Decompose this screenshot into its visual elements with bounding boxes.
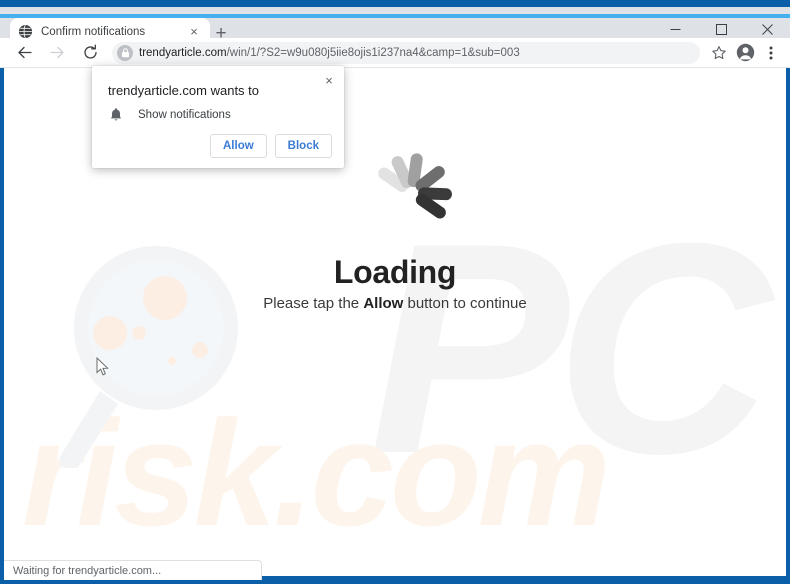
permission-label: Show notifications: [138, 109, 231, 121]
profile-button[interactable]: [732, 40, 758, 66]
title-bar: Confirm notifications × +: [0, 0, 790, 45]
url-text: trendyarticle.com/win/1/?S2=w9u080j5iie8…: [139, 47, 520, 59]
page-subtitle: Please tap the Allow button to continue: [4, 295, 786, 312]
subtitle-allow-emphasis: Allow: [363, 295, 404, 312]
browser-menu-button[interactable]: [758, 40, 784, 66]
toolbar-right-actions: [706, 40, 784, 66]
globe-icon: [18, 24, 33, 39]
bell-icon: [110, 108, 122, 121]
url-path: /win/1/?S2=w9u080j5iie8ojis1i237na4&camp…: [226, 46, 520, 59]
loading-spinner-icon: [362, 143, 462, 243]
page-title: Loading: [333, 254, 457, 290]
forward-button[interactable]: [43, 39, 71, 67]
allow-button[interactable]: Allow: [210, 134, 267, 158]
subtitle-prefix: Please tap the: [263, 295, 364, 312]
reload-button[interactable]: [76, 39, 104, 67]
lock-icon[interactable]: [117, 44, 133, 61]
status-bar: Waiting for trendyarticle.com...: [4, 560, 262, 580]
star-icon: [712, 45, 726, 59]
permission-row: Show notifications: [108, 107, 231, 123]
block-button[interactable]: Block: [274, 134, 332, 158]
bookmark-star-button[interactable]: [706, 40, 732, 66]
dialog-close-icon[interactable]: ×: [320, 71, 338, 89]
subtitle-suffix: button to continue: [403, 295, 527, 312]
back-button[interactable]: [10, 39, 38, 67]
address-bar[interactable]: trendyarticle.com/win/1/?S2=w9u080j5iie8…: [112, 41, 700, 64]
padlock-glyph: [121, 47, 129, 57]
close-icon: [761, 24, 773, 35]
status-text: Waiting for trendyarticle.com...: [13, 564, 162, 577]
browser-toolbar: trendyarticle.com/win/1/?S2=w9u080j5iie8…: [0, 38, 790, 68]
minimize-icon: [670, 29, 680, 30]
avatar-icon: [736, 43, 754, 62]
mouse-cursor: [96, 357, 109, 376]
forward-arrow-icon: [49, 46, 64, 59]
maximize-icon: [715, 24, 727, 35]
back-arrow-icon: [17, 46, 32, 59]
dialog-title: trendyarticle.com wants to: [108, 83, 260, 98]
browser-window: Confirm notifications × + trendyarticle.…: [0, 0, 790, 584]
notification-permission-dialog: × trendyarticle.com wants to Show notifi…: [92, 66, 344, 168]
three-dot-menu-icon: [769, 46, 773, 59]
dialog-actions: Allow Block: [210, 134, 332, 158]
url-host: trendyarticle.com: [139, 46, 227, 59]
reload-icon: [83, 44, 97, 59]
tab-title: Confirm notifications: [41, 25, 146, 38]
